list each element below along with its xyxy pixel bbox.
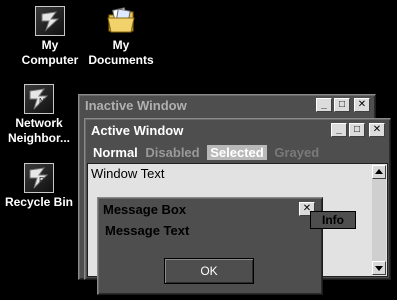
active-close-button[interactable]: ✕: [369, 123, 385, 137]
desktop-icon-recycle-bin[interactable]: R Recycle Bin: [0, 163, 82, 210]
ok-button[interactable]: OK: [164, 258, 254, 284]
arrow-up-icon: [375, 169, 383, 174]
message-box-titlebar[interactable]: Message Box ✕: [100, 201, 319, 219]
active-minimize-button[interactable]: _: [331, 123, 347, 137]
menu-item-selected[interactable]: Selected: [207, 145, 267, 160]
message-text: Message Text: [105, 223, 190, 238]
desktop-icon-label: Neighbor...: [7, 131, 70, 145]
network-neighborhood-icon: N: [24, 84, 54, 114]
menu-bar: Normal Disabled Selected Grayed: [93, 145, 323, 161]
inactive-close-button[interactable]: ✕: [354, 98, 370, 112]
menu-item-grayed: Grayed: [274, 145, 320, 160]
inactive-minimize-button[interactable]: _: [316, 98, 332, 112]
active-maximize-button[interactable]: □: [349, 123, 365, 137]
vertical-scrollbar[interactable]: [372, 165, 386, 275]
desktop-icon-label: My: [112, 38, 130, 52]
inactive-window-titlebar[interactable]: Inactive Window _ □ ✕: [82, 97, 372, 115]
scroll-up-button[interactable]: [372, 165, 386, 179]
active-window-titlebar[interactable]: Active Window _ □ ✕: [88, 122, 387, 140]
inactive-window-title: Inactive Window: [85, 98, 187, 113]
scroll-down-button[interactable]: [372, 261, 386, 275]
desktop-icon-label: Network: [15, 116, 63, 130]
svg-text:N: N: [39, 97, 45, 106]
desktop-icon-my-documents[interactable]: My Documents: [78, 6, 164, 68]
desktop-icon-network-neighborhood[interactable]: N Network Neighbor...: [0, 84, 82, 146]
message-box-title: Message Box: [103, 202, 187, 217]
message-box[interactable]: Message Box ✕ Message Text OK: [97, 197, 323, 295]
my-computer-icon: [35, 6, 65, 36]
active-window-title: Active Window: [91, 123, 184, 138]
desktop-icon-label: Documents: [88, 53, 154, 67]
arrow-down-icon: [375, 266, 383, 271]
inactive-maximize-button[interactable]: □: [334, 98, 350, 112]
desktop-icon-label: Recycle Bin: [4, 195, 74, 209]
menu-item-normal[interactable]: Normal: [93, 145, 138, 160]
svg-text:R: R: [39, 176, 45, 185]
window-text: Window Text: [91, 166, 165, 181]
menu-item-disabled: Disabled: [145, 145, 200, 160]
recycle-bin-icon: R: [24, 163, 54, 193]
folder-documents-icon: [106, 6, 136, 36]
info-tooltip: Info: [310, 211, 356, 229]
